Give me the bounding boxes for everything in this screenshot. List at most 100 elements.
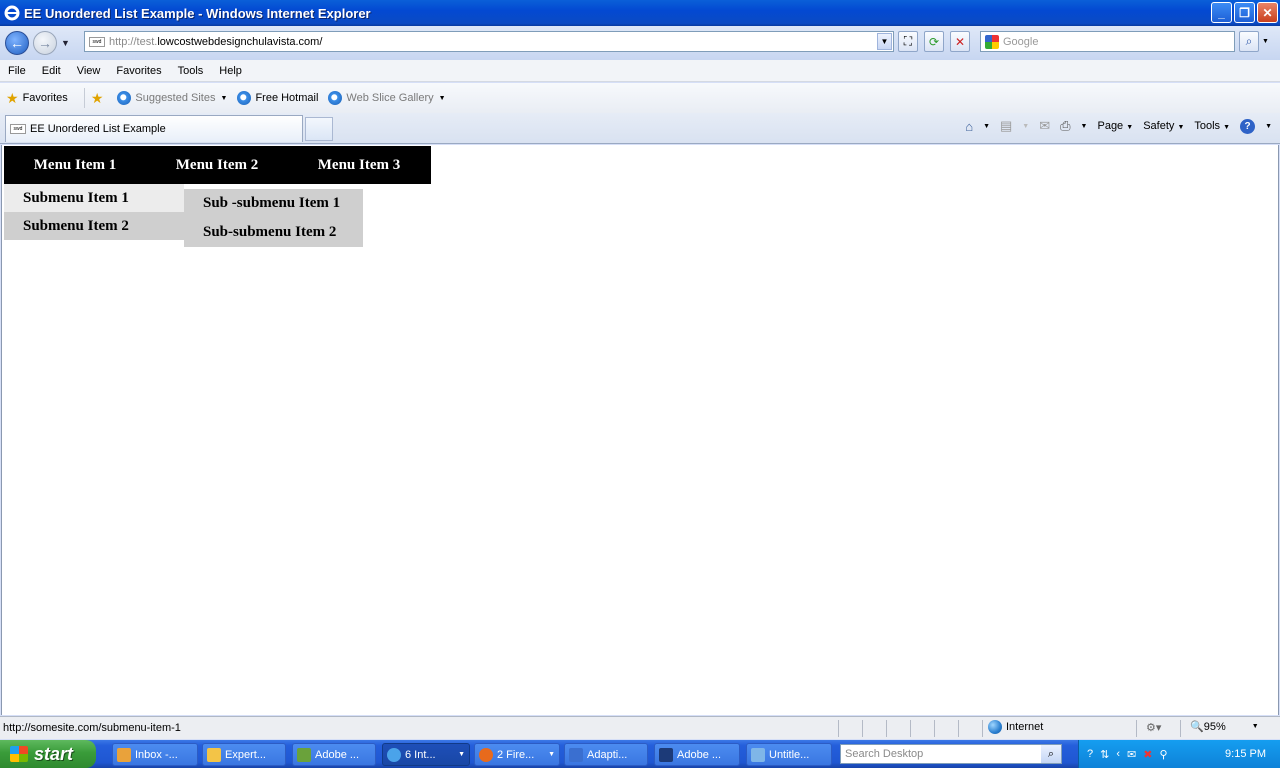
command-bar: ⌂ ▼ ▤ ▼ ✉ ⎙ ▼ Page ▼ Safety ▼ Tools ▼ ? ▼ xyxy=(965,118,1272,134)
help-icon[interactable]: ? xyxy=(1240,118,1256,134)
word-icon xyxy=(569,747,583,762)
favorites-bar: ★ Favorites ★ Suggested Sites ▼ Free Hot… xyxy=(0,83,1280,113)
tab-row: swd EE Unordered List Example ⌂ ▼ ▤ ▼ ✉ ⎙ ▼… xyxy=(0,113,1280,144)
antivirus-tray-icon[interactable]: ✖ xyxy=(1143,748,1152,761)
page-menu[interactable]: Page ▼ xyxy=(1097,120,1133,132)
sub-submenu-item-2[interactable]: Sub-submenu Item 2 xyxy=(184,218,363,247)
status-text: http://somesite.com/submenu-item-1 xyxy=(3,722,181,734)
taskbar-item-ie-group[interactable]: 6 Int... ▼ xyxy=(382,743,470,766)
ie-page-icon xyxy=(328,91,343,105)
suggested-sites-link[interactable]: Suggested Sites ▼ xyxy=(117,91,227,105)
favorites-button[interactable]: ★ Favorites xyxy=(0,90,68,107)
address-dropdown-button[interactable]: ▼ xyxy=(877,33,892,50)
status-bar: http://somesite.com/submenu-item-1 Inter… xyxy=(0,716,1280,739)
add-favorite-button[interactable]: ★ xyxy=(91,90,108,107)
refresh-button[interactable]: ⟳ xyxy=(924,31,944,52)
dreamweaver-icon xyxy=(297,747,311,762)
star-icon: ★ xyxy=(6,89,19,106)
recent-pages-dropdown[interactable]: ▼ xyxy=(61,38,70,48)
menu-view[interactable]: View xyxy=(69,65,109,77)
tab-favicon-icon: swd xyxy=(10,124,26,134)
submenu-item-1[interactable]: Submenu Item 1 xyxy=(4,184,184,212)
taskbar-item-experts[interactable]: Expert... xyxy=(202,743,286,766)
menu-help[interactable]: Help xyxy=(211,65,250,77)
sub-submenu-item-1[interactable]: Sub -submenu Item 1 xyxy=(184,189,363,218)
security-zone[interactable]: Internet xyxy=(988,720,1043,734)
taskbar-item-photoshop[interactable]: Adobe ... xyxy=(654,743,740,766)
minimize-button[interactable]: _ xyxy=(1211,2,1232,23)
address-row: ← → ▼ swd http://test.lowcostwebdesignch… xyxy=(0,26,1280,60)
forward-button[interactable]: → xyxy=(33,31,57,55)
network-tray-icon[interactable]: ⇅ xyxy=(1100,748,1109,761)
mail-tray-icon[interactable]: ✉ xyxy=(1127,748,1136,761)
ie-taskbar-icon xyxy=(387,747,401,762)
ie-page-icon xyxy=(237,91,252,105)
taskbar-item-firefox-group[interactable]: 2 Fire... ▼ xyxy=(474,743,560,766)
windows-flag-icon xyxy=(10,746,28,762)
menu-item-2[interactable]: Menu Item 2 xyxy=(146,146,288,184)
folder-icon xyxy=(207,747,221,762)
ie-logo-icon xyxy=(4,5,20,21)
taskbar: start Inbox -... Expert... Adobe ... 6 I… xyxy=(0,740,1280,768)
menu-item-1[interactable]: Menu Item 1 xyxy=(4,146,146,184)
taskbar-item-inbox[interactable]: Inbox -... xyxy=(112,743,198,766)
desktop-search-icon[interactable]: ⌕ xyxy=(1041,745,1061,763)
stop-button[interactable]: ✕ xyxy=(950,31,970,52)
chevron-left-icon[interactable]: ‹ xyxy=(1116,748,1120,760)
menu-favorites[interactable]: Favorites xyxy=(108,65,169,77)
address-bar[interactable]: swd http://test.lowcostwebdesignchulavis… xyxy=(84,31,894,52)
photoshop-icon xyxy=(659,747,673,762)
mail-icon[interactable]: ✉ xyxy=(1039,118,1050,134)
search-input[interactable]: Google xyxy=(980,31,1235,52)
ie-icon xyxy=(117,91,132,105)
print-icon[interactable]: ⎙ xyxy=(1060,118,1070,134)
home-icon[interactable]: ⌂ xyxy=(965,119,973,134)
page-content: Menu Item 1 Menu Item 2 Menu Item 3 Subm… xyxy=(1,145,1279,715)
tab-title: EE Unordered List Example xyxy=(30,123,166,135)
add-star-icon: ★ xyxy=(90,89,104,106)
sub-submenu: Sub -submenu Item 1 Sub-submenu Item 2 xyxy=(184,189,363,247)
restore-button[interactable]: ❐ xyxy=(1234,2,1255,23)
document-icon xyxy=(751,747,765,762)
submenu: Submenu Item 1 Submenu Item 2 xyxy=(4,184,184,240)
free-hotmail-link[interactable]: Free Hotmail xyxy=(237,91,318,105)
site-favicon-icon: swd xyxy=(89,36,105,47)
submenu-item-2[interactable]: Submenu Item 2 xyxy=(4,212,184,240)
top-menu: Menu Item 1 Menu Item 2 Menu Item 3 xyxy=(4,146,431,184)
tools-menu[interactable]: Tools ▼ xyxy=(1194,120,1230,132)
menu-item-3[interactable]: Menu Item 3 xyxy=(288,146,430,184)
feeds-icon[interactable]: ▤ xyxy=(1000,118,1012,134)
protected-mode-icon[interactable]: ⚙▾ xyxy=(1146,721,1161,734)
zoom-icon: 🔍 xyxy=(1190,721,1204,733)
desktop-search-input[interactable]: Search Desktop ⌕ xyxy=(840,744,1062,764)
tab-active[interactable]: swd EE Unordered List Example xyxy=(5,115,303,142)
search-options-dropdown[interactable]: ▼ xyxy=(1262,38,1269,45)
title-bar: EE Unordered List Example - Windows Inte… xyxy=(0,0,1280,26)
menu-tools[interactable]: Tools xyxy=(170,65,212,77)
help-tray-icon[interactable]: ? xyxy=(1087,748,1093,760)
safety-menu[interactable]: Safety ▼ xyxy=(1143,120,1184,132)
search-icon[interactable]: ⌕ xyxy=(1239,31,1259,52)
menu-edit[interactable]: Edit xyxy=(34,65,69,77)
wireless-tray-icon[interactable]: ⚲ xyxy=(1159,748,1167,761)
window-title: EE Unordered List Example - Windows Inte… xyxy=(24,5,371,21)
system-tray: ? ⇅ ‹ ✉ ✖ ⚲ 9:15 PM xyxy=(1078,740,1280,768)
new-tab-button[interactable] xyxy=(305,117,333,141)
google-icon xyxy=(985,34,999,49)
mail-app-icon xyxy=(117,747,131,762)
menu-bar: File Edit View Favorites Tools Help xyxy=(0,60,1280,82)
firefox-icon xyxy=(479,747,493,762)
address-url[interactable]: http://test.lowcostwebdesignchulavista.c… xyxy=(109,36,322,48)
taskbar-item-adaptive[interactable]: Adapti... xyxy=(564,743,648,766)
compatibility-view-button[interactable]: ⛶ xyxy=(898,31,918,52)
menu-file[interactable]: File xyxy=(0,65,34,77)
start-button[interactable]: start xyxy=(0,740,96,768)
globe-icon xyxy=(988,720,1002,734)
taskbar-item-dreamweaver[interactable]: Adobe ... xyxy=(292,743,376,766)
back-button[interactable]: ← xyxy=(5,31,29,55)
web-slice-gallery-link[interactable]: Web Slice Gallery ▼ xyxy=(328,91,446,105)
zoom-control[interactable]: 🔍95% ▼ xyxy=(1190,720,1259,733)
clock: 9:15 PM xyxy=(1225,748,1266,760)
close-button[interactable]: ✕ xyxy=(1257,2,1278,23)
taskbar-item-untitled[interactable]: Untitle... xyxy=(746,743,832,766)
